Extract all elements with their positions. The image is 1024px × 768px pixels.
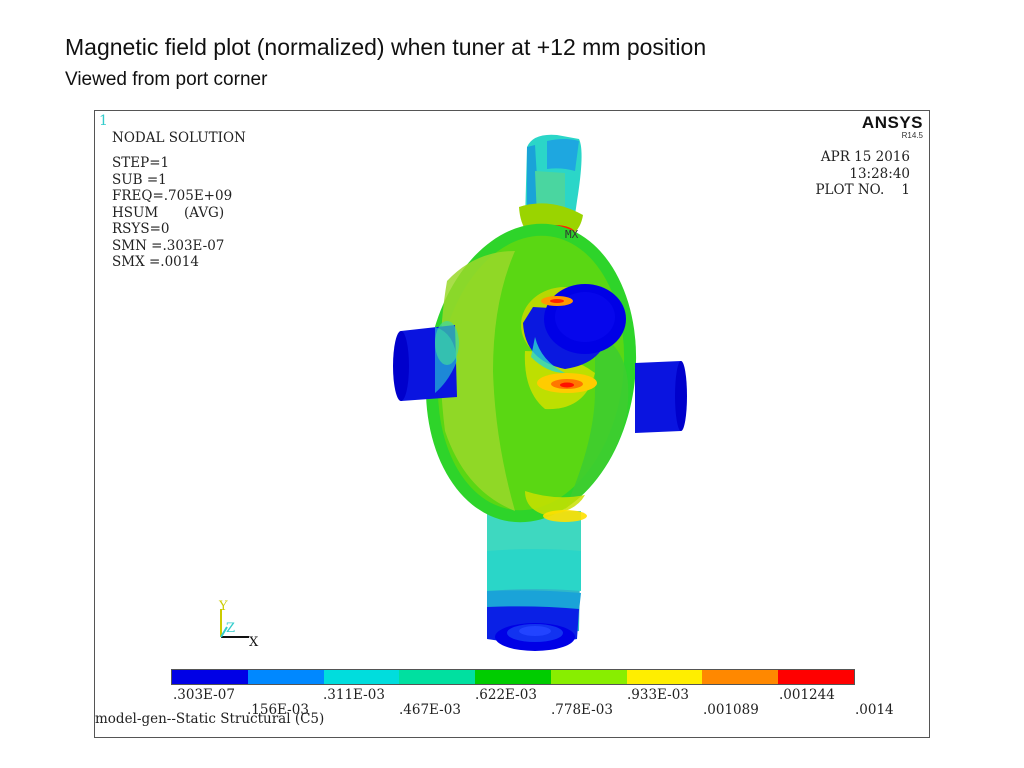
colorbar-label: .778E-03 [551, 702, 613, 718]
colorbar-swatch [475, 670, 551, 684]
colorbar-swatch [323, 670, 400, 684]
colorbar-label: .467E-03 [399, 702, 461, 718]
model-caption: model-gen--Static Structural (C5) [95, 711, 325, 727]
colorbar-label: .0014 [855, 702, 894, 718]
contour-colorbar [171, 669, 855, 685]
colorbar-swatch [702, 670, 779, 684]
ansys-plot-window: 1 NODAL SOLUTION STEP=1 SUB =1 FREQ=.705… [94, 110, 930, 738]
colorbar-swatch [626, 670, 703, 684]
colorbar-label: .001089 [703, 702, 759, 718]
slide-title: Magnetic field plot (normalized) when tu… [65, 34, 707, 60]
colorbar-swatch [247, 670, 324, 684]
max-marker: MX [565, 228, 579, 241]
colorbar-swatch [172, 670, 248, 684]
colorbar-swatch [399, 670, 476, 684]
colorbar-label: .933E-03 [627, 687, 689, 703]
colorbar-swatch [778, 670, 855, 684]
colorbar-label: .311E-03 [323, 687, 385, 703]
colorbar-swatch [550, 670, 627, 684]
colorbar-label: .303E-07 [173, 687, 235, 703]
triad-y-label: Y [219, 599, 228, 614]
slide-subtitle: Viewed from port corner [65, 69, 268, 90]
colorbar-label: .001244 [779, 687, 835, 703]
triad-z-label: Z [226, 621, 236, 636]
triad-x-label: X [249, 635, 259, 650]
colorbar-label: .622E-03 [475, 687, 537, 703]
